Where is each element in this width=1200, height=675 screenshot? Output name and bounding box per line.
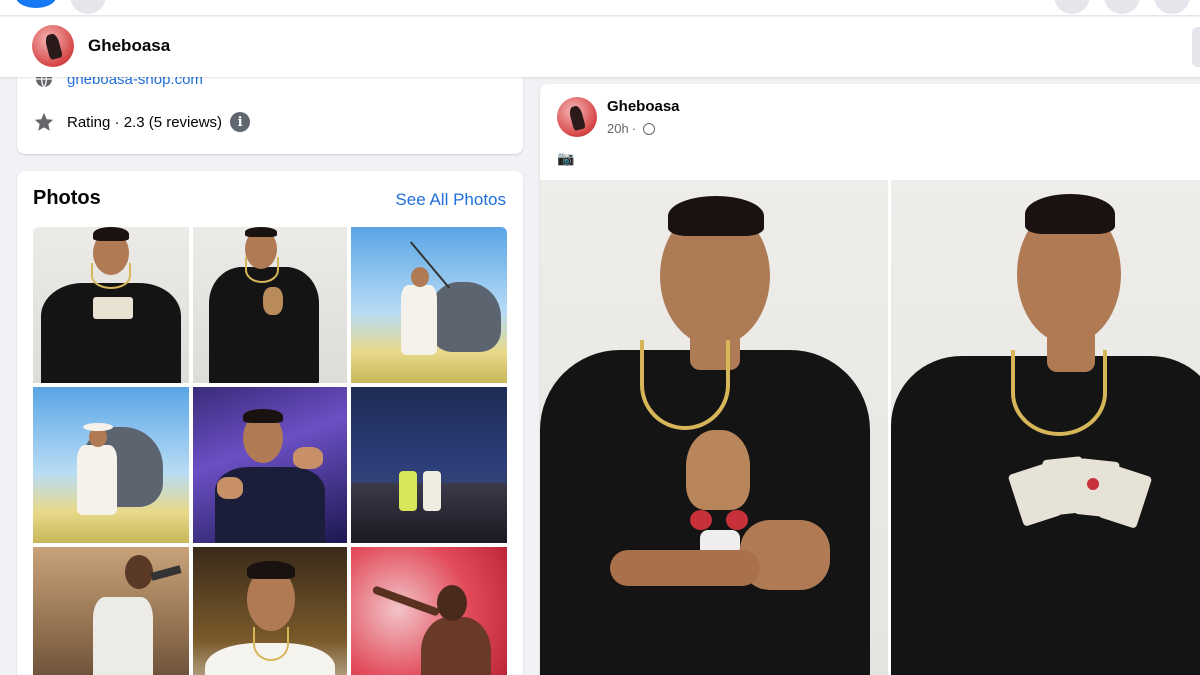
profile-sticky-header: Gheboasa	[0, 17, 1200, 77]
star-icon	[33, 111, 55, 133]
post-image[interactable]	[540, 180, 889, 675]
photo-grid	[33, 227, 507, 675]
header-action-button[interactable]	[1192, 27, 1200, 67]
rating-row: Rating · 2.3 (5 reviews) i	[33, 111, 251, 133]
photo-thumbnail[interactable]	[351, 387, 507, 543]
photo-thumbnail[interactable]	[33, 547, 189, 675]
photo-thumbnail[interactable]	[33, 227, 189, 383]
profile-name[interactable]: Gheboasa	[88, 36, 170, 56]
messenger-button[interactable]	[1104, 0, 1140, 14]
post-text: 📷	[557, 150, 575, 166]
photo-thumbnail[interactable]	[351, 227, 507, 383]
photo-thumbnail[interactable]	[193, 227, 347, 383]
facebook-logo-icon[interactable]	[16, 0, 56, 8]
post-image-collage	[540, 180, 1200, 675]
menu-button[interactable]	[1054, 0, 1090, 14]
globe-icon	[643, 122, 656, 135]
photo-thumbnail[interactable]	[193, 387, 347, 543]
post-meta: 20h ·	[607, 121, 656, 136]
photo-thumbnail[interactable]	[351, 547, 507, 675]
see-all-photos-link[interactable]: See All Photos	[395, 190, 506, 210]
rating-text: Rating · 2.3 (5 reviews)	[67, 113, 223, 131]
post-author-name[interactable]: Gheboasa	[607, 98, 680, 115]
post-timestamp[interactable]: 20h	[607, 121, 629, 136]
post-author-avatar[interactable]	[557, 97, 597, 137]
profile-avatar[interactable]	[32, 25, 74, 67]
nav-circle-button[interactable]	[70, 0, 106, 14]
photo-thumbnail[interactable]	[193, 547, 347, 675]
photos-title: Photos	[33, 187, 101, 209]
notifications-button[interactable]	[1154, 0, 1190, 14]
post-image[interactable]	[891, 180, 1200, 675]
photo-thumbnail[interactable]	[33, 387, 189, 543]
photos-card: Photos See All Photos	[17, 171, 523, 675]
post-card: Gheboasa 20h · 📷	[540, 84, 1200, 675]
top-nav-bar	[0, 0, 1200, 16]
info-icon[interactable]: i	[230, 112, 251, 132]
